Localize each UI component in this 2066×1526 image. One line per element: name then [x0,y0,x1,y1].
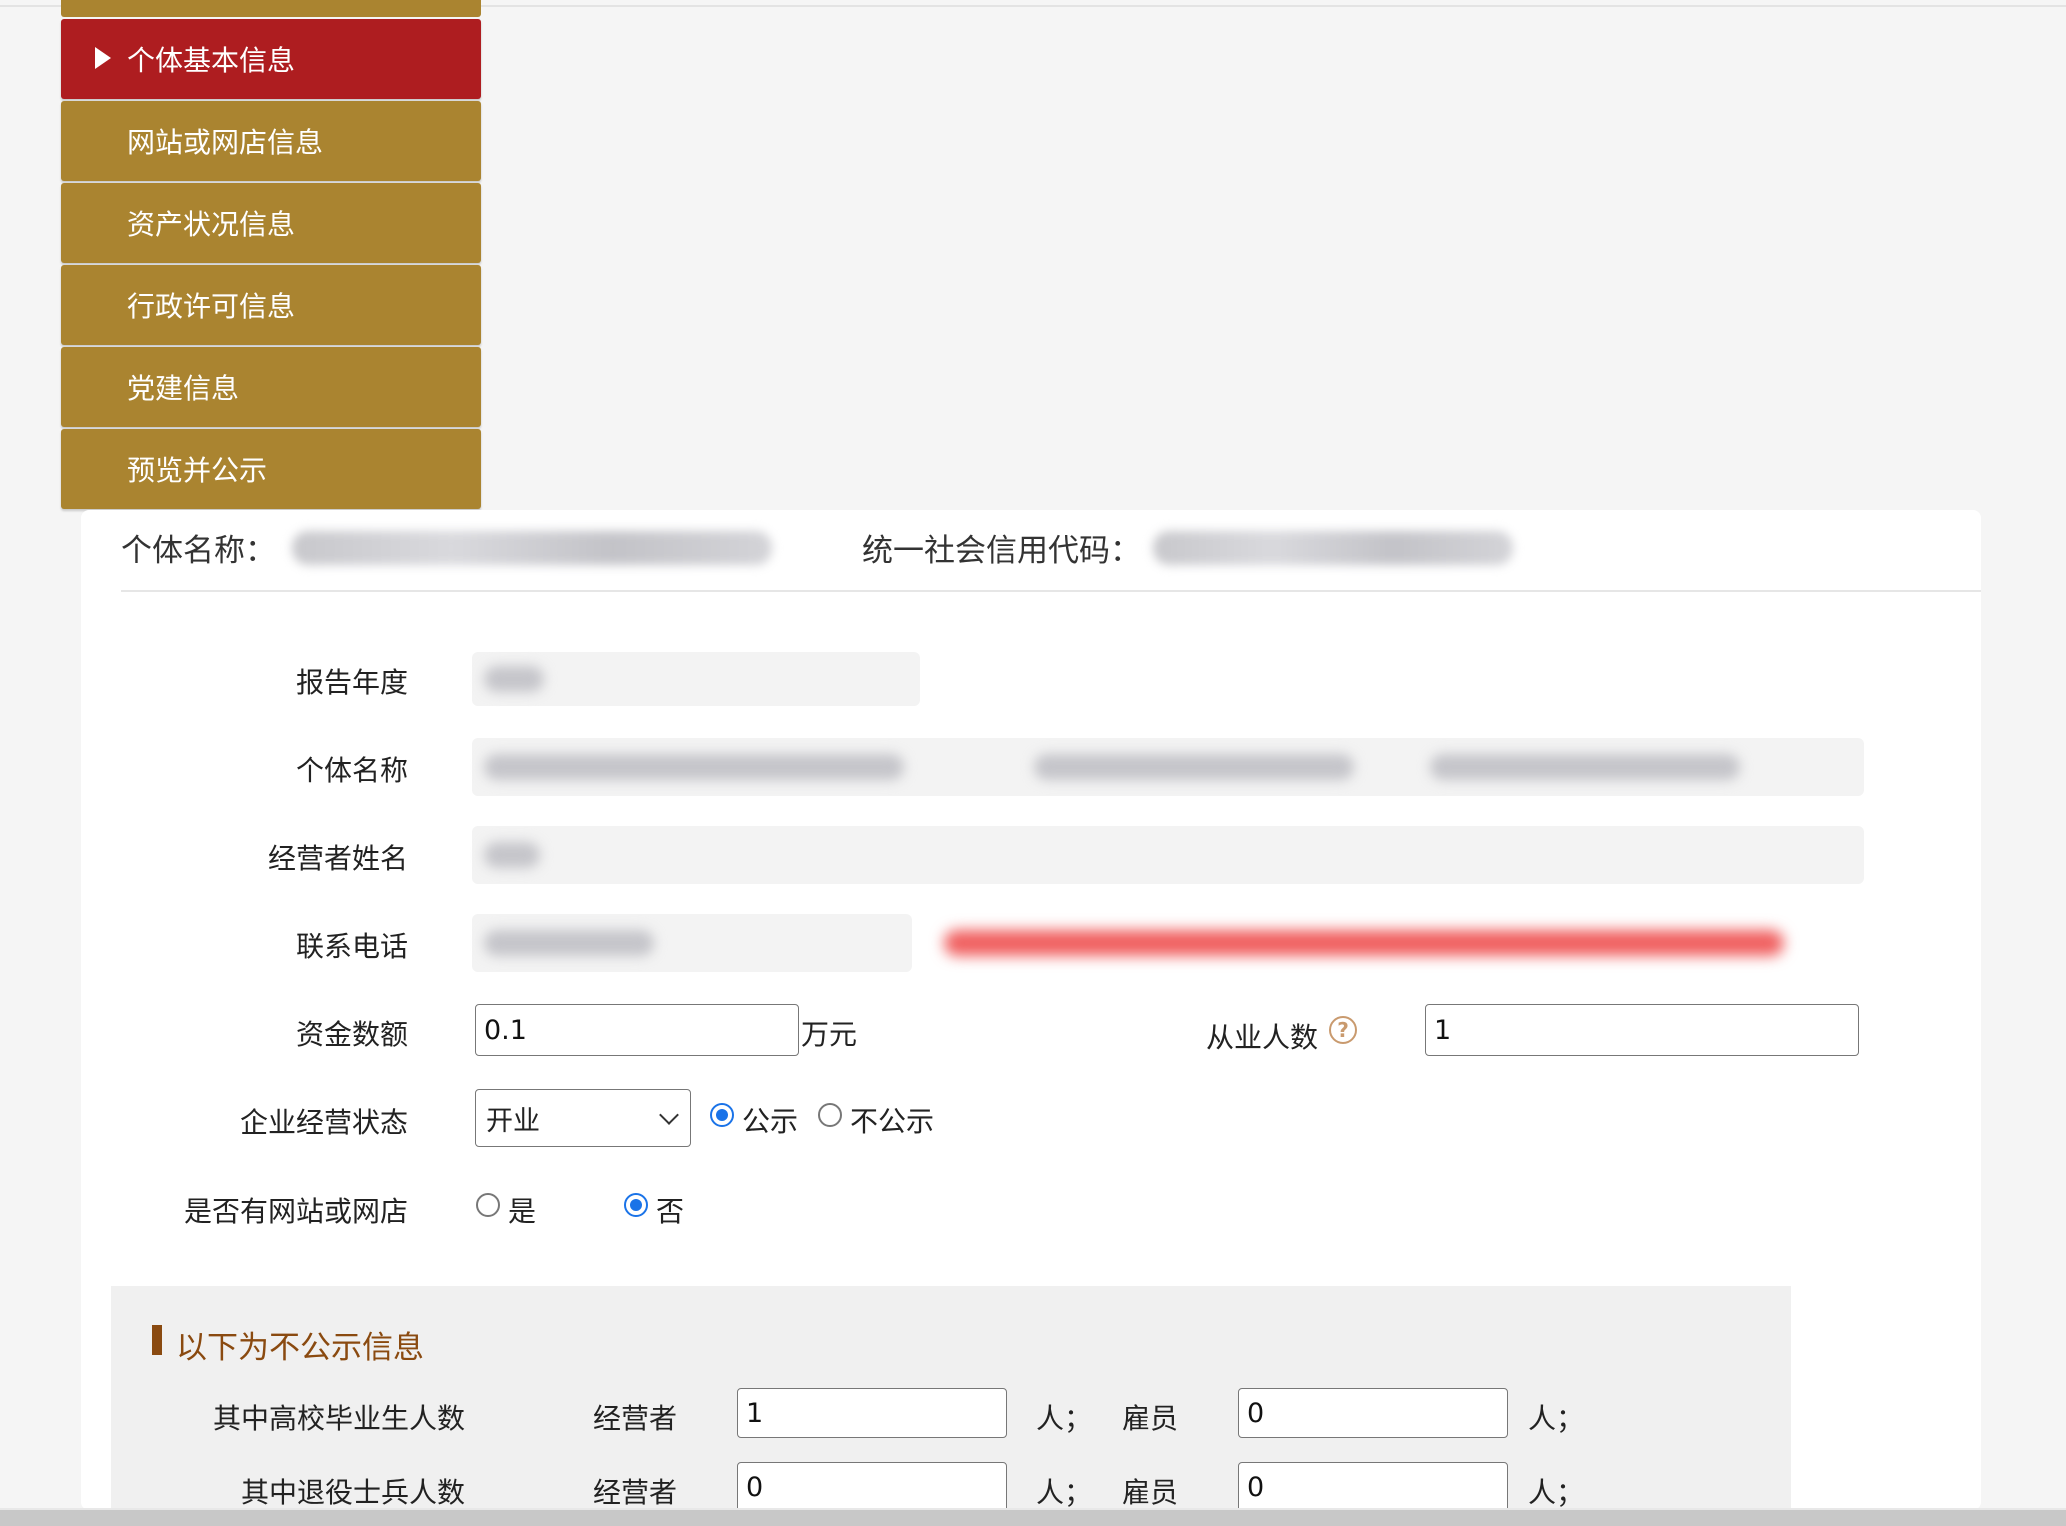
entity-name-field-redacted [484,754,904,780]
public-radio-label: 公示 [742,1105,799,1138]
sidebar-item-website-info[interactable]: 网站或网店信息 [61,101,481,181]
operator-name-field [472,826,1864,884]
graduates-label: 其中高校毕业生人数 [212,1402,465,1435]
employees-input[interactable]: 1 [1425,1004,1859,1056]
report-year-label: 报告年度 [295,666,408,699]
graduates-employee-label: 雇员 [1122,1402,1179,1435]
graduates-operator-input[interactable]: 1 [737,1388,1007,1438]
sidebar-nav: 个体基本信息 网站或网店信息 资产状况信息 行政许可信息 党建信息 预览并公示 [61,0,481,509]
sidebar-item-label: 行政许可信息 [127,290,296,323]
status-select[interactable]: 开业 [475,1089,691,1147]
sidebar-item-asset-info[interactable]: 资产状况信息 [61,183,481,263]
capital-input[interactable]: 0.1 [475,1004,799,1056]
capital-unit: 万元 [801,1018,858,1051]
report-year-value-redacted [484,666,544,692]
veterans-operator-unit: 人； [1036,1476,1093,1509]
employees-label: 从业人数 [1205,1021,1318,1054]
phone-label: 联系电话 [295,930,408,963]
sidebar-item-label: 资产状况信息 [127,208,296,241]
graduates-operator-unit: 人； [1036,1402,1093,1435]
website-yes-radio[interactable] [476,1193,500,1217]
phone-value-redacted [484,930,654,956]
capital-label: 资金数额 [295,1018,408,1051]
horizontal-scrollbar[interactable] [0,1508,2066,1526]
graduates-operator-label: 经营者 [593,1402,678,1435]
status-label: 企业经营状态 [239,1106,408,1139]
entity-name-value-redacted [292,530,772,565]
nonpublic-radio[interactable] [818,1103,842,1127]
veterans-employee-unit: 人； [1528,1476,1585,1509]
entity-name-row-label: 个体名称 [295,754,408,787]
website-no-label: 否 [656,1195,685,1228]
entity-header: 个体名称： 统一社会信用代码： [121,525,1513,570]
operator-name-value-redacted [484,842,540,868]
sidebar-item-label: 党建信息 [127,372,240,405]
public-radio[interactable] [710,1103,734,1127]
play-arrow-icon [95,47,111,69]
section-marker [152,1325,162,1355]
veterans-operator-input[interactable]: 0 [737,1462,1007,1512]
graduates-employee-input[interactable]: 0 [1238,1388,1508,1438]
veterans-operator-label: 经营者 [593,1476,678,1509]
help-icon[interactable]: ? [1329,1016,1357,1044]
nonpublic-radio-label: 不公示 [850,1105,935,1138]
sidebar-item-basic-info[interactable]: 个体基本信息 [61,19,481,99]
credit-code-label: 统一社会信用代码： [862,533,1141,569]
header-divider [121,590,1981,592]
sidebar-item-label: 预览并公示 [127,454,268,487]
website-label: 是否有网站或网店 [183,1195,408,1228]
website-no-radio[interactable] [624,1193,648,1217]
veterans-employee-label: 雇员 [1122,1476,1179,1509]
sidebar-item-preview-publish[interactable]: 预览并公示 [61,429,481,509]
phone-warning-redacted [944,930,1784,956]
credit-code-value-redacted [1153,530,1513,565]
sidebar-item-label: 网站或网店信息 [127,126,324,159]
entity-code-field-redacted [1430,754,1740,780]
veterans-label: 其中退役士兵人数 [240,1476,465,1509]
sidebar-item-label: 个体基本信息 [127,44,296,77]
entity-type-field-redacted [1034,754,1354,780]
graduates-employee-unit: 人； [1528,1402,1585,1435]
operator-name-label: 经营者姓名 [267,842,408,875]
status-selected-value: 开业 [486,1105,540,1137]
entity-name-label: 个体名称： [121,533,276,569]
nonpublic-section-title: 以下为不公示信息 [176,1330,424,1366]
sidebar-item-license-info[interactable]: 行政许可信息 [61,265,481,345]
sidebar-cap [61,0,481,17]
website-yes-label: 是 [508,1195,537,1228]
chevron-down-icon [659,1105,679,1125]
sidebar-item-party-info[interactable]: 党建信息 [61,347,481,427]
veterans-employee-input[interactable]: 0 [1238,1462,1508,1512]
